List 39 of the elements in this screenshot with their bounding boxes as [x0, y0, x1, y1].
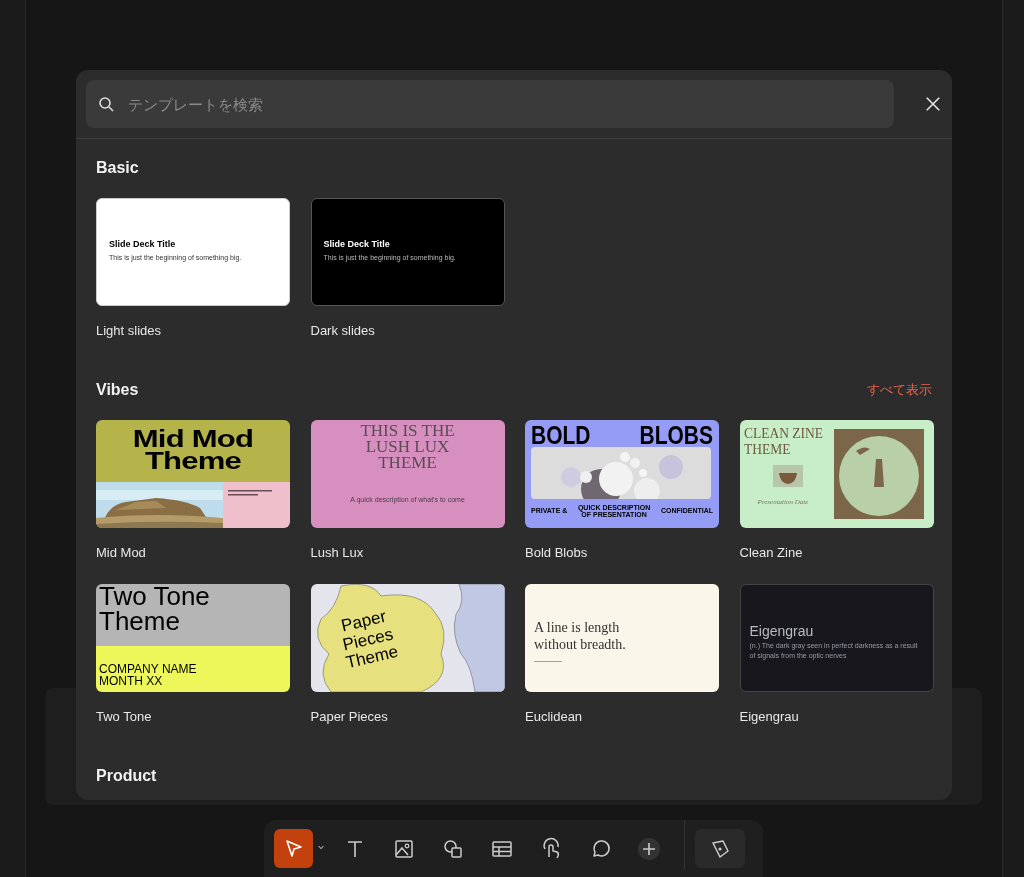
tool-button[interactable]: [274, 829, 313, 868]
slide-subtitle: COMPANY NAME MONTH XX: [99, 663, 198, 687]
accent-line: [534, 660, 562, 662]
slide-title: A line is length without breadth.: [534, 620, 627, 653]
slide-title: CLEAN ZINE THEME: [743, 426, 824, 458]
search-icon: [98, 96, 114, 112]
slide-title: Slide Deck Title: [323, 240, 391, 250]
template-thumbnail[interactable]: Mid Mod Theme: [96, 420, 290, 528]
template-name: Euclidean: [525, 710, 584, 723]
close-icon[interactable]: [925, 96, 941, 112]
slide-title: Two Tone Theme: [99, 584, 211, 634]
slide-title: THIS IS THE LUSH LUX THEME: [359, 423, 456, 472]
slide-title: BLOBS: [639, 421, 713, 448]
slide-title: Mid Mod Theme: [131, 429, 255, 473]
caret-icon[interactable]: [317, 843, 325, 851]
template-name: Paper Pieces: [310, 710, 389, 723]
slide-title: Eigengrau: [749, 624, 815, 639]
template-thumbnail[interactable]: Paper Pieces Theme: [310, 584, 505, 692]
template-name: Mid Mod: [96, 546, 147, 559]
plus-icon: [636, 836, 661, 861]
template-thumbnail[interactable]: Two Tone Theme COMPANY NAME MONTH XX: [96, 584, 290, 692]
search-field[interactable]: テンプレートを検索: [86, 80, 894, 128]
template-name: Clean Zine: [739, 546, 804, 559]
template-name: Light slides: [96, 324, 163, 337]
section-title: Basic: [96, 158, 139, 178]
slide-title: BOLD: [531, 421, 591, 448]
slide-title: Paper Pieces Theme: [337, 605, 401, 675]
see-all-link[interactable]: すべて表示: [867, 380, 932, 400]
slide-title: Slide Deck Title: [109, 240, 177, 250]
tool-button[interactable]: [695, 829, 745, 868]
section-title: Vibes: [96, 380, 139, 400]
section-title: Product: [96, 766, 157, 786]
text-placeholder-drawing: [223, 482, 290, 528]
template-name: Eigengrau: [739, 710, 800, 723]
template-thumbnail[interactable]: A line is length without breadth.: [525, 584, 719, 692]
template-name: Lush Lux: [310, 546, 365, 559]
template-name: Bold Blobs: [525, 546, 589, 559]
template-name: Two Tone: [96, 710, 153, 723]
template-name: Dark slides: [310, 324, 376, 337]
